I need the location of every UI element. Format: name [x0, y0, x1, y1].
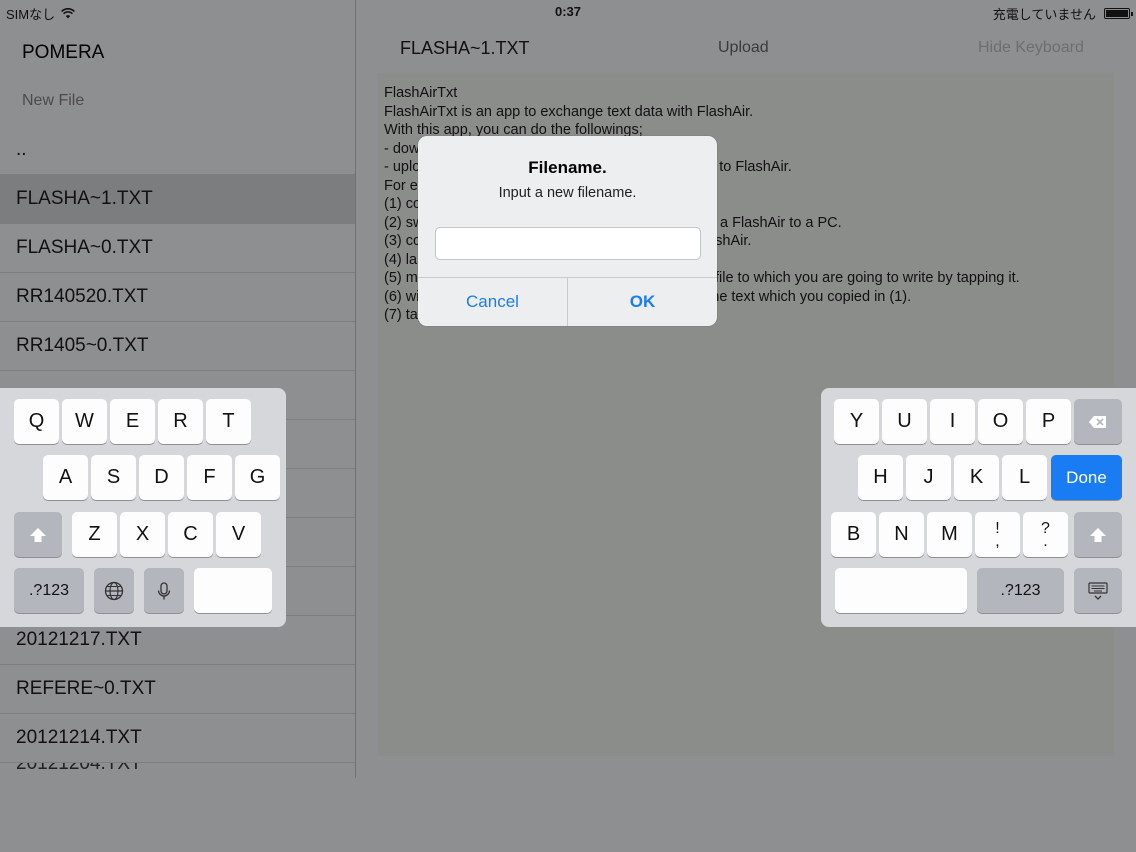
globe-icon	[104, 581, 124, 600]
key-v[interactable]: V	[216, 512, 261, 557]
backspace-key[interactable]	[1074, 399, 1122, 444]
shift-arrow-icon	[30, 527, 46, 542]
filename-input[interactable]	[435, 227, 701, 260]
file-item-selected[interactable]: FLASHA~1.TXT	[0, 175, 355, 224]
sidebar-title: POMERA	[22, 42, 105, 63]
key-l[interactable]: L	[1002, 455, 1047, 500]
key-i[interactable]: I	[930, 399, 975, 444]
microphone-icon	[157, 581, 171, 599]
key-o[interactable]: O	[978, 399, 1023, 444]
dialog-title: Filename.	[528, 158, 607, 177]
key-p[interactable]: P	[1026, 399, 1071, 444]
globe-key[interactable]	[94, 568, 134, 613]
done-key[interactable]: Done	[1051, 455, 1122, 500]
charging-status: 充電していません	[992, 7, 1096, 22]
file-item[interactable]: REFERE~0.TXT	[0, 665, 355, 714]
key-exclamation-comma[interactable]: ! ,	[975, 512, 1020, 557]
cancel-button[interactable]: Cancel	[418, 278, 568, 326]
key-x[interactable]: X	[120, 512, 165, 557]
dictation-key[interactable]	[144, 568, 184, 613]
key-z[interactable]: Z	[72, 512, 117, 557]
key-n[interactable]: N	[879, 512, 924, 557]
key-j[interactable]: J	[906, 455, 951, 500]
keyboard-right-half: Y U I O P H J K L Done B N M ! , ? . .?1…	[821, 388, 1136, 627]
new-file-button[interactable]: New File	[22, 92, 84, 110]
shift-left-key[interactable]	[14, 512, 62, 557]
numbers-key-right[interactable]: .?123	[977, 568, 1064, 613]
file-item-parent[interactable]: ..	[0, 126, 355, 175]
ok-button[interactable]: OK	[568, 278, 717, 326]
key-s[interactable]: S	[91, 455, 136, 500]
space-key-right[interactable]	[835, 568, 967, 613]
key-m[interactable]: M	[927, 512, 972, 557]
key-f[interactable]: F	[187, 455, 232, 500]
file-item[interactable]: FLASHA~0.TXT	[0, 224, 355, 273]
file-item[interactable]: 20121204.TXT	[0, 763, 355, 783]
key-a[interactable]: A	[43, 455, 88, 500]
backspace-icon	[1089, 415, 1106, 428]
shift-right-key[interactable]	[1074, 512, 1122, 557]
document-title: FLASHA~1.TXT	[400, 38, 530, 58]
key-y[interactable]: Y	[834, 399, 879, 444]
dialog-message: Input a new filename.	[498, 185, 637, 201]
text-line: FlashAirTxt is an app to exchange text d…	[384, 103, 754, 120]
key-w[interactable]: W	[62, 399, 107, 444]
key-c[interactable]: C	[168, 512, 213, 557]
upload-button[interactable]: Upload	[718, 39, 769, 57]
key-t[interactable]: T	[206, 399, 251, 444]
key-question-period[interactable]: ? .	[1023, 512, 1068, 557]
file-item[interactable]: RR140520.TXT	[0, 273, 355, 322]
file-item[interactable]: 20121214.TXT	[0, 714, 355, 763]
key-d[interactable]: D	[139, 455, 184, 500]
key-h[interactable]: H	[858, 455, 903, 500]
hide-keyboard-button[interactable]: Hide Keyboard	[978, 39, 1084, 57]
hide-keyboard-key[interactable]	[1074, 568, 1122, 613]
key-r[interactable]: R	[158, 399, 203, 444]
keyboard-left-half: Q W E R T A S D F G Z X C V .?123	[0, 388, 286, 627]
text-line: FlashAirTxt	[384, 85, 458, 101]
shift-arrow-icon	[1090, 527, 1106, 542]
dialog-button-row: Cancel OK	[418, 277, 717, 326]
key-u[interactable]: U	[882, 399, 927, 444]
filename-dialog: Filename. Input a new filename. Cancel O…	[418, 136, 717, 326]
status-right: 充電していません	[992, 4, 1133, 23]
key-k[interactable]: K	[954, 455, 999, 500]
space-key-left[interactable]	[194, 568, 272, 613]
battery-icon	[1104, 8, 1133, 19]
key-q[interactable]: Q	[14, 399, 59, 444]
numbers-key-left[interactable]: .?123	[14, 568, 84, 613]
keyboard-dismiss-icon	[1088, 581, 1108, 600]
key-g[interactable]: G	[235, 455, 280, 500]
key-e[interactable]: E	[110, 399, 155, 444]
file-item[interactable]: RR1405~0.TXT	[0, 322, 355, 371]
key-b[interactable]: B	[831, 512, 876, 557]
